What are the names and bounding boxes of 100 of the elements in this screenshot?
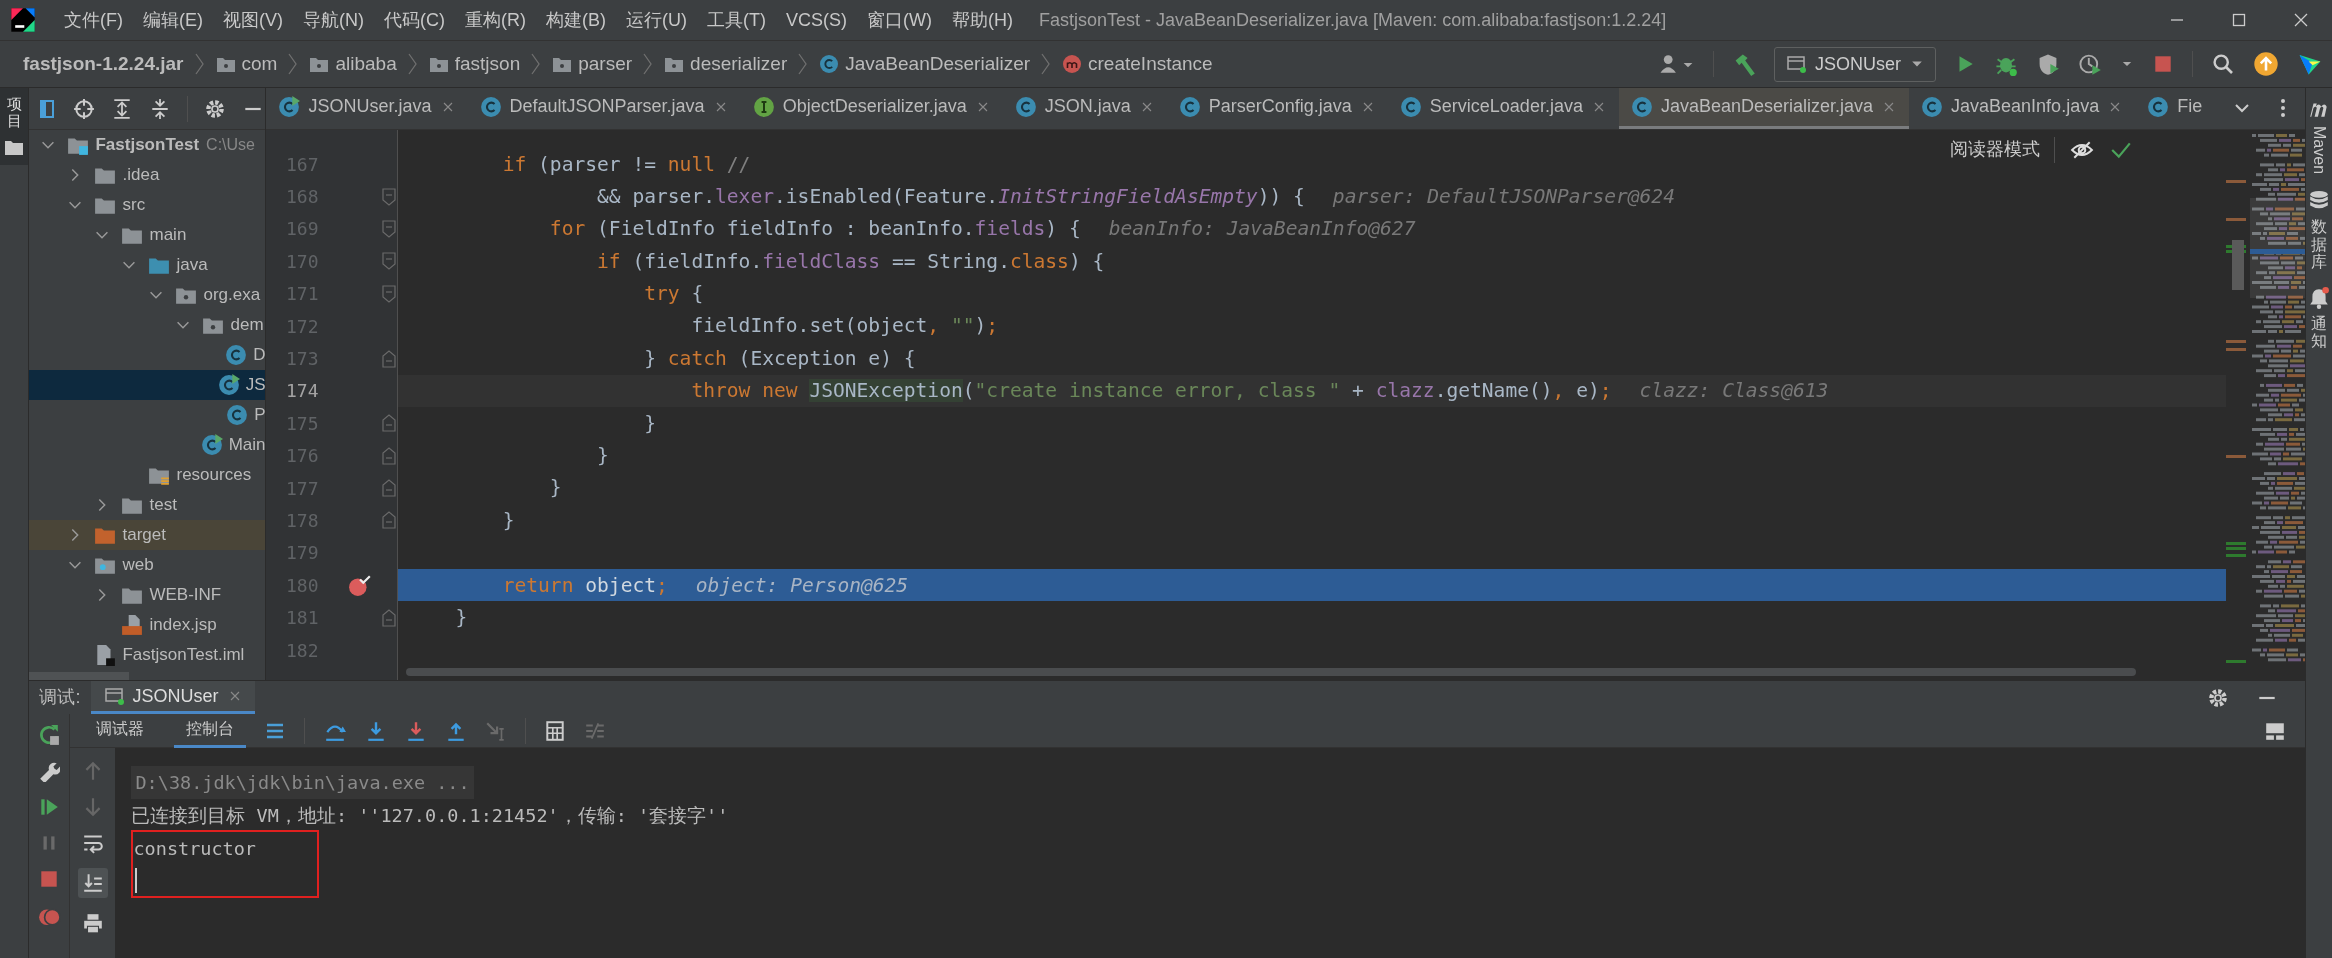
class-icon [819, 54, 840, 74]
breadcrumb-item[interactable]: fastjson [428, 49, 521, 79]
editor-tab[interactable]: Fie [2135, 88, 2215, 129]
reader-mode-link[interactable]: 阅读器模式 [1950, 136, 2041, 163]
fold-marker-icon[interactable] [382, 414, 397, 433]
search-icon[interactable] [2211, 52, 2235, 76]
scroll-to-end-icon[interactable] [82, 872, 104, 894]
panel-tab[interactable]: 调试器 [84, 713, 157, 748]
tree-item[interactable]: P [29, 400, 266, 430]
print-icon[interactable] [82, 912, 104, 934]
clock-icon[interactable] [2078, 52, 2102, 76]
tree-item[interactable]: src [29, 190, 266, 220]
menu-item[interactable]: 代码(C) [374, 6, 455, 34]
fold-marker-icon[interactable] [382, 187, 397, 206]
breadcrumb-item[interactable]: JavaBeanDeserializer [819, 49, 1031, 79]
breadcrumb-item[interactable]: fastjson-1.2.24.jar [23, 49, 184, 79]
menu-item[interactable]: 文件(F) [54, 6, 133, 34]
settings-icon[interactable] [2207, 686, 2230, 709]
editor-tab[interactable]: ObjectDeserializer.java [740, 88, 1003, 129]
breadcrumb-item[interactable]: com [215, 49, 278, 79]
fold-marker-icon[interactable] [382, 511, 397, 530]
file-icon [121, 614, 144, 636]
tool-window-button[interactable]: Maven [2307, 98, 2332, 175]
class-icon [1630, 95, 1653, 118]
editor-tab[interactable]: ParserConfig.java [1166, 88, 1388, 129]
code-line: fieldInfo.set(object, ""); [690, 313, 999, 340]
wrench-icon[interactable] [38, 760, 61, 782]
tree-item[interactable]: FastjsonTest.iml [29, 640, 266, 670]
class-icon [225, 344, 248, 366]
tree-item[interactable]: main [29, 220, 266, 250]
menu-item[interactable]: 视图(V) [213, 6, 293, 34]
editor-tab[interactable]: JSON.java [1002, 88, 1167, 129]
inline-value-hint: beanInfo: JavaBeanInfo@627 [1108, 216, 1416, 243]
stop-icon[interactable] [2152, 53, 2174, 75]
app-logo-icon [10, 7, 36, 33]
editor-tab[interactable]: JavaBeanInfo.java [1909, 88, 2136, 129]
fold-marker-icon[interactable] [382, 284, 397, 303]
scrollbar-thumb[interactable] [29, 672, 130, 680]
tree-item[interactable]: Main [29, 430, 266, 460]
class-icon [1014, 95, 1037, 118]
tree-item[interactable]: WEB-INF [29, 580, 266, 610]
breadcrumb-item[interactable]: createInstance [1062, 49, 1213, 79]
menu-item[interactable]: 运行(U) [616, 6, 697, 34]
menu-item[interactable]: 构建(B) [536, 6, 616, 34]
breadcrumb-item[interactable]: alibaba [309, 49, 397, 79]
code-line: return object; [501, 572, 668, 599]
fold-marker-icon[interactable] [382, 349, 397, 368]
run-config-selector[interactable]: JSONUser [1774, 46, 1936, 82]
code-line: && parser.lexer.isEnabled(Feature.InitStringFieldAsEmpty)) { [596, 183, 1305, 210]
more-icon[interactable] [2279, 97, 2288, 119]
breadcrumb-item[interactable]: deserializer [664, 49, 788, 79]
tree-item[interactable]: resources [29, 460, 266, 490]
tree-item[interactable]: D [29, 340, 266, 370]
menu-item[interactable]: VCS(S) [775, 6, 857, 34]
tree-item[interactable]: web [29, 550, 266, 580]
editor-tab[interactable]: JSONUser.java [266, 88, 468, 129]
soft-wrap-icon[interactable] [82, 832, 104, 854]
file-icon [94, 644, 117, 666]
scrollbar-thumb[interactable] [406, 668, 2137, 676]
tree-item[interactable]: index.jsp [29, 610, 266, 640]
tree-item[interactable]: target [29, 520, 266, 550]
fold-marker-icon[interactable] [382, 446, 397, 465]
tree-item[interactable]: test [29, 490, 266, 520]
user-icon[interactable] [1659, 53, 1695, 75]
fold-marker-icon[interactable] [382, 219, 397, 238]
tree-item[interactable]: java [29, 250, 266, 280]
editor-tab[interactable]: JavaBeanDeserializer.java [1618, 88, 1910, 129]
tree-item[interactable]: dem [29, 310, 266, 340]
menu-item[interactable]: 编辑(E) [133, 6, 213, 34]
settings-icon[interactable] [204, 97, 227, 120]
session-tab[interactable]: JSONUser [90, 681, 255, 714]
fold-marker-icon[interactable] [382, 252, 397, 271]
fold-marker-icon[interactable] [382, 608, 397, 627]
update-icon[interactable] [2253, 51, 2279, 77]
fold-marker-icon[interactable] [382, 479, 397, 498]
tree-item[interactable]: JS [29, 370, 266, 400]
class-icon [217, 374, 240, 396]
menu-item[interactable]: 帮助(H) [941, 6, 1023, 34]
tree-item[interactable]: FastjsonTest C:\Use [29, 130, 266, 160]
breadcrumb-item[interactable]: parser [552, 49, 633, 79]
menu-item[interactable]: 窗口(W) [857, 6, 942, 34]
class-icon [479, 95, 502, 118]
crosshair-icon[interactable] [73, 97, 96, 120]
tool-window-button[interactable]: 数据库 [2308, 190, 2331, 271]
tool-window-button[interactable]: 项目 [0, 88, 29, 165]
editor-tab[interactable]: ServiceLoader.java [1387, 88, 1619, 129]
bell-icon [2308, 286, 2331, 309]
rerun-icon[interactable] [38, 724, 61, 746]
method-icon [1062, 54, 1083, 74]
calculator-icon[interactable] [544, 719, 567, 742]
tree-item[interactable]: org.exa [29, 280, 266, 310]
editor-tab[interactable]: DefaultJSONParser.java [467, 88, 741, 129]
breakpoint-icon[interactable] [348, 574, 373, 597]
tree-item[interactable]: .idea [29, 160, 266, 190]
tool-window-button[interactable]: 通知 [2308, 286, 2331, 350]
menu-item[interactable]: 导航(N) [293, 6, 374, 34]
console-line: 已连接到目标 VM，地址: ''127.0.0.1:21452'，传输: '套接字'' [131, 803, 730, 828]
menu-item[interactable]: 重构(R) [455, 6, 536, 34]
menu-item[interactable]: 工具(T) [697, 6, 776, 34]
class-icon [1399, 95, 1422, 118]
